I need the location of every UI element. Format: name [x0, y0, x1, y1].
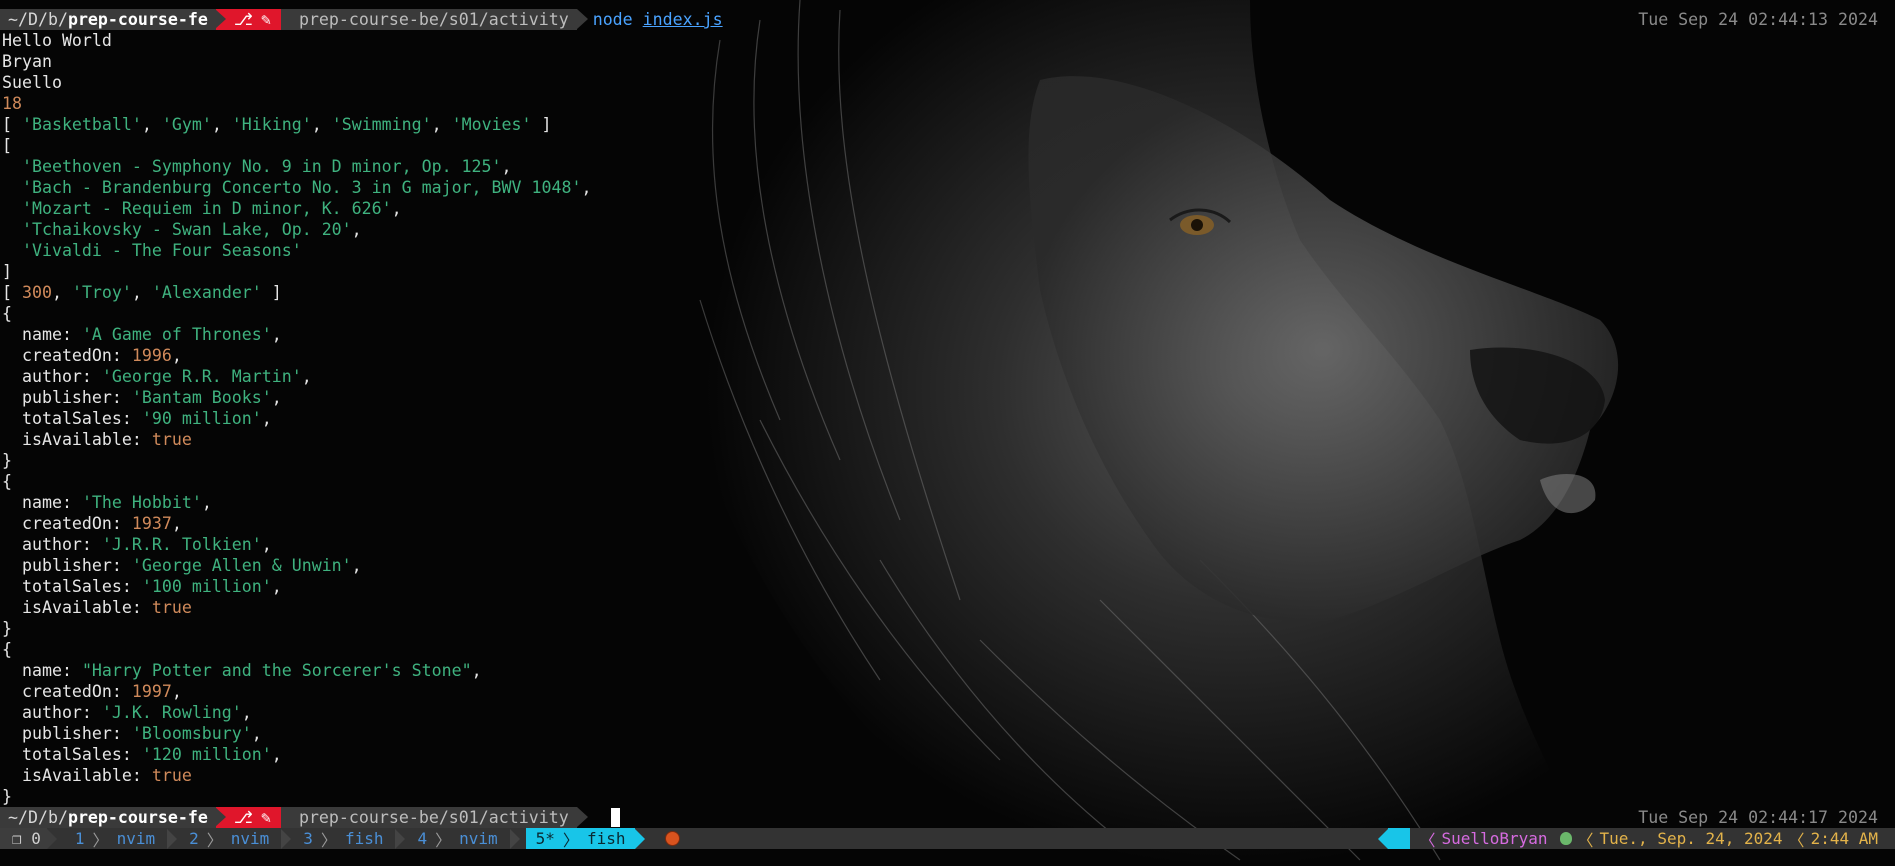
object-field: author: 'George R.R. Martin', [2, 367, 312, 386]
music-item: 'Bach - Brandenburg Concerto No. 3 in G … [21, 178, 592, 197]
object-field: author: 'J.K. Rowling', [2, 703, 252, 722]
object-field: publisher: 'Bloomsbury', [2, 724, 262, 743]
window-tab-3[interactable]: 3 〉 fish [297, 828, 389, 850]
dir-prefix: ~/D/b/ [8, 10, 68, 29]
object-field: createdOn: 1996, [2, 346, 182, 365]
object-field: createdOn: 1937, [2, 514, 182, 533]
object-field: publisher: 'George Allen & Unwin', [2, 556, 362, 575]
shell-prompt-top: ~/D/b/prep-course-fe ⎇ ✎ prep-course-be/s… [0, 9, 723, 30]
branch-icon: ⎇ [233, 808, 253, 827]
object-close: } [2, 451, 12, 470]
window-tab-4[interactable]: 4 〉 nvim [411, 828, 503, 850]
window-name: nvim [459, 829, 498, 848]
object-field: isAvailable: true [2, 766, 192, 785]
object-open: { [2, 640, 12, 659]
status-username: SuelloBryan [1441, 829, 1548, 848]
alien-icon [1559, 832, 1572, 845]
window-index: 3 [303, 829, 313, 848]
output-line: 18 [2, 94, 22, 113]
output-line: Suello [2, 73, 62, 92]
hobbies-array: [ 'Basketball', 'Gym', 'Hiking', 'Swimmi… [2, 115, 552, 134]
chevron-left-icon: 〈 [1577, 830, 1594, 850]
terminal-pane[interactable]: ~/D/b/prep-course-fe ⎇ ✎ prep-course-be/s… [0, 0, 1895, 866]
object-field: name: 'A Game of Thrones', [2, 325, 282, 344]
object-field: totalSales: '90 million', [2, 409, 272, 428]
window-name: fish [344, 829, 384, 848]
window-index: 5* [535, 829, 555, 848]
status-date: Tue., Sep. 24, 2024 [1599, 829, 1783, 848]
status-time: 2:44 AM [1810, 829, 1878, 848]
chevron-left-icon: 〈 [1788, 830, 1805, 850]
music-item: 'Mozart - Requiem in D minor, K. 626', [21, 199, 402, 218]
branch-icon: ⎇ [233, 10, 253, 29]
command-argument[interactable]: index.js [643, 9, 723, 30]
prompt-directory: ~/D/b/prep-course-fe [0, 9, 216, 30]
window-name: nvim [230, 829, 270, 848]
dir-prefix: ~/D/b/ [8, 808, 68, 827]
dir-name: prep-course-fe [67, 808, 208, 827]
path-text: prep-course-be/s01/activity [298, 10, 569, 29]
prompt-directory: ~/D/b/prep-course-fe [0, 807, 216, 828]
object-field: totalSales: '120 million', [2, 745, 282, 764]
object-field: publisher: 'Bantam Books', [2, 388, 282, 407]
music-item: 'Tchaikovsky - Swan Lake, Op. 20', [21, 220, 362, 239]
window-tab-2[interactable]: 2 〉 nvim [183, 828, 275, 850]
window-name: fish [586, 829, 626, 848]
object-field: name: "Harry Potter and the Sorcerer's S… [2, 661, 482, 680]
object-open: { [2, 472, 12, 491]
git-status-segment: ⎇ ✎ [214, 807, 292, 828]
output-line: Hello World [2, 31, 112, 50]
window-tab-5-active[interactable]: 5* 〉 fish [525, 828, 636, 850]
terminal-cursor[interactable] [611, 808, 620, 827]
output-line: Bryan [2, 52, 52, 71]
mixed-array: [ 300, 'Troy', 'Alexander' ] [2, 283, 282, 302]
path-text: prep-course-be/s01/activity [298, 808, 569, 827]
command-name: node [592, 10, 633, 29]
window-index: 4 [417, 829, 428, 848]
object-field: totalSales: '100 million', [2, 577, 282, 596]
session-indicator[interactable]: ❐ 0 [0, 828, 47, 849]
window-index: 2 [189, 829, 199, 848]
prompt-path: prep-course-be/s01/activity [280, 9, 588, 30]
status-right: 〈 SuelloBryan 〈 Tue., Sep. 24, 2024 〈 2:… [1377, 828, 1895, 850]
object-close: } [2, 787, 12, 806]
object-field: author: 'J.R.R. Tolkien', [2, 535, 272, 554]
tmux-status-bar: ❐ 0 1 〉 nvim 2 〉 nvim 3 〉 fish 4 〉 nvim 5* 〉 fish … [0, 828, 1895, 850]
git-status-segment: ⎇ ✎ [214, 9, 292, 30]
object-field: createdOn: 1997, [2, 682, 182, 701]
music-item: 'Beethoven - Symphony No. 9 in D minor, … [21, 157, 512, 176]
shell-prompt-bottom: ~/D/b/prep-course-fe ⎇ ✎ prep-course-be/s… [0, 807, 588, 828]
dir-name: prep-course-fe [67, 10, 208, 29]
object-open: { [2, 304, 12, 323]
music-array-open: [ [2, 136, 12, 155]
object-field: isAvailable: true [2, 430, 192, 449]
object-close: } [2, 619, 12, 638]
prompt-timestamp-top: Tue Sep 24 02:44:13 2024 [1638, 10, 1878, 29]
window-tab-1[interactable]: 1 〉 nvim [69, 828, 161, 850]
window-name: nvim [116, 829, 156, 848]
pencil-icon: ✎ [260, 10, 271, 29]
window-index: 1 [74, 829, 85, 848]
pencil-icon: ✎ [260, 808, 271, 827]
object-field: isAvailable: true [2, 598, 192, 617]
prompt-timestamp-bottom: Tue Sep 24 02:44:17 2024 [1638, 808, 1878, 827]
music-array-close: ] [2, 262, 12, 281]
music-item: 'Vivaldi - The Four Seasons' [21, 241, 302, 260]
prompt-path: prep-course-be/s01/activity [280, 807, 588, 828]
object-field: name: 'The Hobbit', [2, 493, 212, 512]
chevron-left-icon: 〈 [1419, 830, 1436, 850]
basketball-icon [665, 831, 681, 846]
